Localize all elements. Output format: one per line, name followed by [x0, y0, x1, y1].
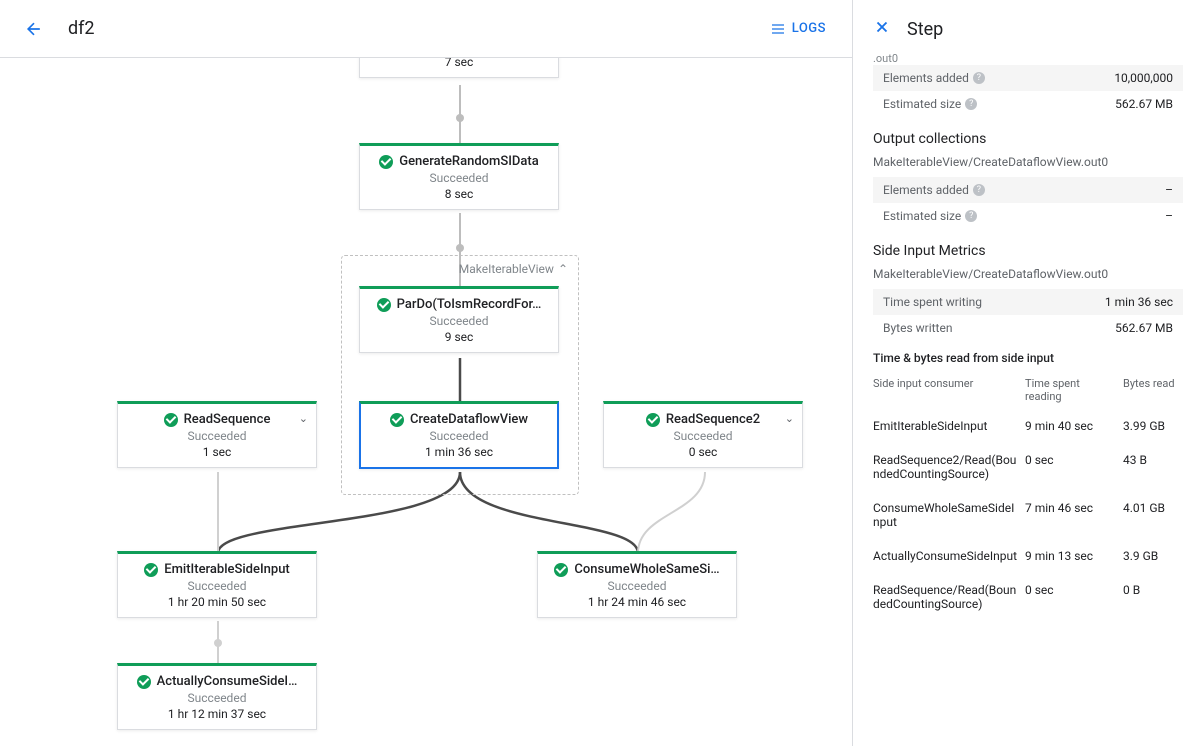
table-row: ConsumeWholeSameSideInput 7 min 46 sec 4…: [873, 491, 1183, 539]
node-time: 7 sec: [372, 58, 546, 69]
group-label[interactable]: MakeIterableView ⌃: [459, 262, 568, 276]
help-icon[interactable]: ?: [973, 184, 985, 196]
output-collections-title: Output collections: [873, 131, 1183, 147]
kv-row: Bytes written 562.67 MB: [873, 315, 1183, 341]
help-icon[interactable]: ?: [973, 72, 985, 84]
check-icon: [554, 563, 568, 577]
table-row: EmitIterableSideInput 9 min 40 sec 3.99 …: [873, 409, 1183, 443]
node-time: 8 sec: [372, 187, 546, 201]
node-time: 1 min 36 sec: [373, 445, 545, 459]
node-status: Succeeded: [130, 579, 304, 593]
node-status: Succeeded: [372, 171, 546, 185]
table-header: Side input consumer Time spent reading B…: [873, 371, 1183, 409]
check-icon: [646, 413, 660, 427]
logs-label: LOGS: [792, 21, 826, 36]
kv-row: Elements added? 10,000,000: [873, 65, 1183, 91]
kv-row: Elements added? –: [873, 177, 1183, 203]
table-row: ReadSequence2/Read(BoundedCountingSource…: [873, 443, 1183, 491]
side-input-name: MakeIterableView/CreateDataflowView.out0: [873, 267, 1183, 281]
node-status: Succeeded: [130, 691, 304, 705]
side-input-metrics-title: Side Input Metrics: [873, 243, 1183, 259]
node-time: 1 sec: [130, 445, 304, 459]
logs-button[interactable]: LOGS: [760, 15, 836, 43]
chevron-down-icon[interactable]: ⌄: [299, 412, 308, 425]
close-icon: [873, 18, 891, 36]
table-row: ReadSequence/Read(BoundedCountingSource)…: [873, 573, 1183, 621]
table-row: ActuallyConsumeSideInput 9 min 13 sec 3.…: [873, 539, 1183, 573]
check-icon: [164, 413, 178, 427]
node-time: 0 sec: [616, 445, 790, 459]
node-emit-iterable-side-input[interactable]: EmitIterableSideInput Succeeded 1 hr 20 …: [117, 551, 317, 618]
node-status: Succeeded: [616, 429, 790, 443]
step-details-panel: Step .out0 Elements added? 10,000,000 Es…: [853, 0, 1203, 746]
chevron-up-icon: ⌃: [558, 262, 568, 276]
output-collection-name: MakeIterableView/CreateDataflowView.out0: [873, 155, 1183, 169]
sidebar-title: Step: [907, 19, 943, 40]
node-time: 1 hr 12 min 37 sec: [130, 707, 304, 721]
kv-row: Estimated size? 562.67 MB: [873, 91, 1183, 117]
kv-row: Estimated size? –: [873, 203, 1183, 229]
back-button[interactable]: [16, 11, 52, 47]
back-arrow-icon: [24, 19, 44, 39]
read-table-title: Time & bytes read from side input: [873, 351, 1183, 365]
node-status: Succeeded: [130, 429, 304, 443]
help-icon[interactable]: ?: [965, 210, 977, 222]
node-time: 9 sec: [372, 330, 546, 344]
out0-label: .out0: [873, 52, 1183, 65]
check-icon: [390, 413, 404, 427]
check-icon: [379, 155, 393, 169]
node-status: Succeeded: [550, 579, 724, 593]
node-time: 1 hr 20 min 50 sec: [130, 595, 304, 609]
node-read-sequence[interactable]: ⌄ ReadSequence Succeeded 1 sec: [117, 401, 317, 468]
kv-row: Time spent writing 1 min 36 sec: [873, 289, 1183, 315]
node-consume-whole-same-si[interactable]: ConsumeWholeSameSi… Succeeded 1 hr 24 mi…: [537, 551, 737, 618]
node-create-dataflow-view[interactable]: CreateDataflowView Succeeded 1 min 36 se…: [359, 401, 559, 469]
help-icon[interactable]: ?: [965, 98, 977, 110]
node-generate-random-si-data[interactable]: GenerateRandomSIData Succeeded 8 sec: [359, 143, 559, 210]
chevron-down-icon[interactable]: ⌄: [785, 412, 794, 425]
topbar: df2 LOGS: [0, 0, 852, 58]
page-title: df2: [68, 18, 95, 39]
graph-canvas[interactable]: Succeeded 7 sec GenerateRandomSIData Suc…: [0, 58, 852, 746]
node-actually-consume-side-input[interactable]: ActuallyConsumeSideI… Succeeded 1 hr 12 …: [117, 663, 317, 730]
check-icon: [144, 563, 158, 577]
node-read-sequence-2[interactable]: ⌄ ReadSequence2 Succeeded 0 sec: [603, 401, 803, 468]
logs-icon: [770, 21, 786, 37]
check-icon: [137, 675, 151, 689]
node-time: 1 hr 24 min 46 sec: [550, 595, 724, 609]
node-status: Succeeded: [372, 314, 546, 328]
node-pardo-toismrecord[interactable]: ParDo(ToIsmRecordFor… Succeeded 9 sec: [359, 286, 559, 353]
node-partial-top[interactable]: Succeeded 7 sec: [359, 58, 559, 78]
check-icon: [377, 298, 391, 312]
close-button[interactable]: [873, 18, 891, 40]
node-status: Succeeded: [373, 429, 545, 443]
